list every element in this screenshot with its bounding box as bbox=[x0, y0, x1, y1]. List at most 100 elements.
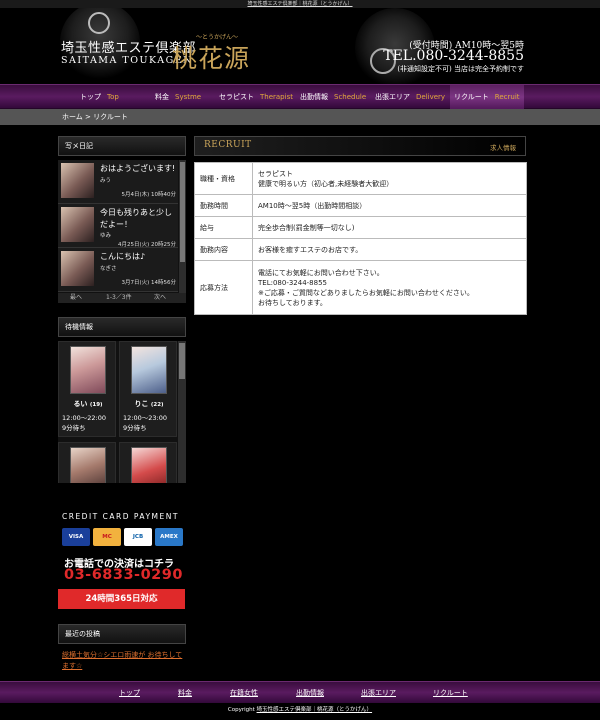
nav-item-recruit[interactable]: リクルート Recruit bbox=[450, 85, 524, 109]
blog-entry-date: 4月25日(火) 20時25分 bbox=[117, 242, 176, 248]
row-key: 勤務内容 bbox=[194, 238, 253, 261]
nav-item-schedule[interactable]: 出勤情報 Schedule bbox=[300, 85, 366, 109]
pager-next-button[interactable]: 次へ bbox=[154, 293, 166, 303]
blog-scrollbar[interactable] bbox=[179, 160, 186, 293]
amex-card-icon: AMEX bbox=[155, 528, 183, 546]
footer-link-therapists[interactable]: 在籍女性 bbox=[230, 688, 258, 698]
row-value: 電話にてお気軽にお問い合わせ下さい。 TEL:080-3244-8855 ※ご応… bbox=[252, 260, 527, 315]
pager-prev-button[interactable]: 最へ bbox=[70, 293, 82, 303]
row-line: セラピスト bbox=[258, 169, 293, 178]
blog-entry[interactable]: おはようございます! みう 5月4日(木) 10時40分 bbox=[58, 160, 178, 204]
blog-pager: 最へ 1-3／3件 次へ bbox=[58, 293, 186, 303]
row-line: 電話にてお気軽にお問い合わせ下さい。 bbox=[258, 268, 384, 277]
row-line: お待ちしております。 bbox=[258, 298, 327, 307]
footer-link-recruit[interactable]: リクルート bbox=[433, 688, 468, 698]
blog-entry[interactable]: こんにちは♪ なぎさ 3月7日(火) 14時56分 bbox=[58, 248, 178, 292]
nav-label: 出勤情報 bbox=[300, 93, 328, 101]
therapist-age: (19) bbox=[89, 402, 103, 408]
nav-label-en: Top bbox=[107, 93, 119, 101]
blog-entry-title[interactable]: こんにちは♪ bbox=[100, 251, 178, 263]
nav-item-price[interactable]: 料金 Systme bbox=[155, 85, 201, 109]
nav-label-en: Delivery bbox=[416, 93, 446, 101]
waiting-scrollbar[interactable] bbox=[178, 341, 186, 483]
phone-payment-band: 24時間365日対応 bbox=[58, 589, 185, 609]
recruit-title-ja: 求人情報 bbox=[490, 144, 516, 152]
therapist-photo[interactable] bbox=[131, 447, 167, 483]
therapist-name: りこ (22) bbox=[120, 399, 178, 409]
nav-label: セラピスト bbox=[219, 93, 254, 101]
nav-label: 出張エリア bbox=[375, 93, 410, 101]
recent-posts-title: 最近の投稿 bbox=[58, 624, 186, 644]
phone-payment-number[interactable]: 03-6833-0290 bbox=[64, 567, 183, 583]
top-strip: 埼玉性感エステ倶楽部｜桃花源（とうかげん） bbox=[0, 0, 600, 8]
row-value: 完全歩合制(罰金制等一切なし) bbox=[252, 216, 527, 239]
blog-list: おはようございます! みう 5月4日(木) 10時40分 今日も残りあと少しだよ… bbox=[58, 160, 186, 293]
table-row: 職種・資格 セラピスト 健康で明るい方（初心者,未経験者大歓迎） bbox=[194, 162, 527, 195]
blog-entry-date: 3月7日(火) 14時56分 bbox=[121, 280, 176, 286]
main-nav: トップ Top 料金 Systme セラピスト Therapist 出勤情報 Sched… bbox=[0, 84, 600, 109]
therapist-card[interactable]: るい (19) 12:00～22:00 9分待ち bbox=[58, 341, 116, 437]
decorative-circle-icon bbox=[88, 12, 110, 34]
blog-thumbnail[interactable] bbox=[61, 207, 94, 242]
row-line: TEL:080-3244-8855 bbox=[258, 278, 327, 287]
therapist-card[interactable] bbox=[119, 442, 177, 483]
therapist-hours: 12:00～22:00 bbox=[62, 414, 106, 422]
blog-entry[interactable]: 今日も残りあと少しだよー！ ゆみ 4月25日(火) 20時25分 bbox=[58, 204, 178, 248]
blog-entry-title[interactable]: 今日も残りあと少しだよー！ bbox=[100, 207, 178, 231]
row-line: ※ご応募・ご質問などありましたらお気軽にお問い合わせください。 bbox=[258, 288, 474, 297]
blog-entry-author: みう bbox=[100, 178, 112, 184]
therapist-card[interactable] bbox=[58, 442, 116, 483]
therapist-name: るい (19) bbox=[59, 399, 117, 409]
blog-entry-author: ゆみ bbox=[100, 233, 112, 239]
scrollbar-thumb[interactable] bbox=[179, 343, 185, 379]
table-row: 給与 完全歩合制(罰金制等一切なし) bbox=[194, 216, 527, 239]
nav-label: 料金 bbox=[155, 93, 169, 101]
reservation-note: (非通知設定不可) 当店は完全予約制です bbox=[397, 65, 524, 73]
scrollbar-thumb[interactable] bbox=[180, 162, 185, 262]
nav-label-en: Therapist bbox=[260, 93, 293, 101]
footer-nav: トップ 料金 在籍女性 出勤情報 出張エリア リクルート bbox=[0, 681, 600, 703]
credit-card-title: CREDIT CARD PAYMENT bbox=[62, 512, 179, 521]
recent-post-link[interactable]: 総横土気分☆シエロ雨速が お待ちしてます☆ bbox=[62, 650, 186, 672]
pager-count: 1-3／3件 bbox=[106, 294, 132, 301]
therapist-photo[interactable] bbox=[70, 346, 106, 394]
therapist-name-text: りこ bbox=[134, 400, 149, 408]
recruit-table: 職種・資格 セラピスト 健康で明るい方（初心者,未経験者大歓迎） 勤務時間 AM1… bbox=[194, 162, 527, 315]
logo-name[interactable]: 桃花源 bbox=[172, 39, 250, 75]
footer-link-schedule[interactable]: 出勤情報 bbox=[296, 688, 324, 698]
row-value: お客様を癒すエステのお店です。 bbox=[252, 238, 527, 261]
blog-entry-author: なぎさ bbox=[100, 266, 117, 272]
copyright-prefix: Copyright bbox=[227, 707, 255, 713]
nav-label-en: Systme bbox=[175, 93, 202, 101]
nav-item-delivery[interactable]: 出張エリア Delivery bbox=[375, 85, 445, 109]
therapist-photo[interactable] bbox=[70, 447, 106, 483]
nav-label: トップ bbox=[80, 93, 101, 101]
card-logos: VISA MC JCB AMEX bbox=[62, 528, 184, 548]
nav-item-top[interactable]: トップ Top bbox=[80, 85, 119, 109]
copyright: Copyright 埼玉性感エステ倶楽部｜桃花源（とうかげん） bbox=[0, 705, 600, 713]
row-line: 健康で明るい方（初心者,未経験者大歓迎） bbox=[258, 179, 394, 188]
table-row: 応募方法 電話にてお気軽にお問い合わせ下さい。 TEL:080-3244-885… bbox=[194, 260, 527, 315]
nav-item-therapist[interactable]: セラピスト Therapist bbox=[219, 85, 293, 109]
breadcrumb[interactable]: ホーム > リクルート bbox=[62, 111, 128, 123]
nav-label: リクルート bbox=[454, 93, 489, 101]
footer-link-top[interactable]: トップ bbox=[119, 688, 140, 698]
blog-entry-title[interactable]: おはようございます! bbox=[100, 163, 178, 175]
copyright-link[interactable]: 埼玉性感エステ倶楽部｜桃花源（とうかげん） bbox=[257, 707, 373, 713]
blog-thumbnail[interactable] bbox=[61, 163, 94, 198]
blog-thumbnail[interactable] bbox=[61, 251, 94, 286]
row-value: AM10時～翌5時（出勤時間相談） bbox=[252, 194, 527, 217]
footer-link-area[interactable]: 出張エリア bbox=[361, 688, 396, 698]
row-key: 応募方法 bbox=[194, 260, 253, 315]
therapist-photo[interactable] bbox=[131, 346, 167, 394]
waiting-list: るい (19) 12:00～22:00 9分待ち りこ (22) 12:00～2… bbox=[58, 341, 186, 483]
phone-number: TEL.080-3244-8855 bbox=[383, 48, 524, 64]
therapist-card[interactable]: りこ (22) 12:00～23:00 9分待ち bbox=[119, 341, 177, 437]
waiting-box-title: 待機情報 bbox=[58, 317, 186, 337]
recruit-title-en: RECRUIT bbox=[204, 140, 252, 150]
footer-link-price[interactable]: 料金 bbox=[178, 688, 192, 698]
row-key: 職種・資格 bbox=[194, 162, 253, 195]
top-strip-text[interactable]: 埼玉性感エステ倶楽部｜桃花源（とうかげん） bbox=[247, 1, 352, 7]
blog-entry-date: 5月4日(木) 10時40分 bbox=[121, 192, 176, 198]
row-value: セラピスト 健康で明るい方（初心者,未経験者大歓迎） bbox=[252, 162, 527, 195]
